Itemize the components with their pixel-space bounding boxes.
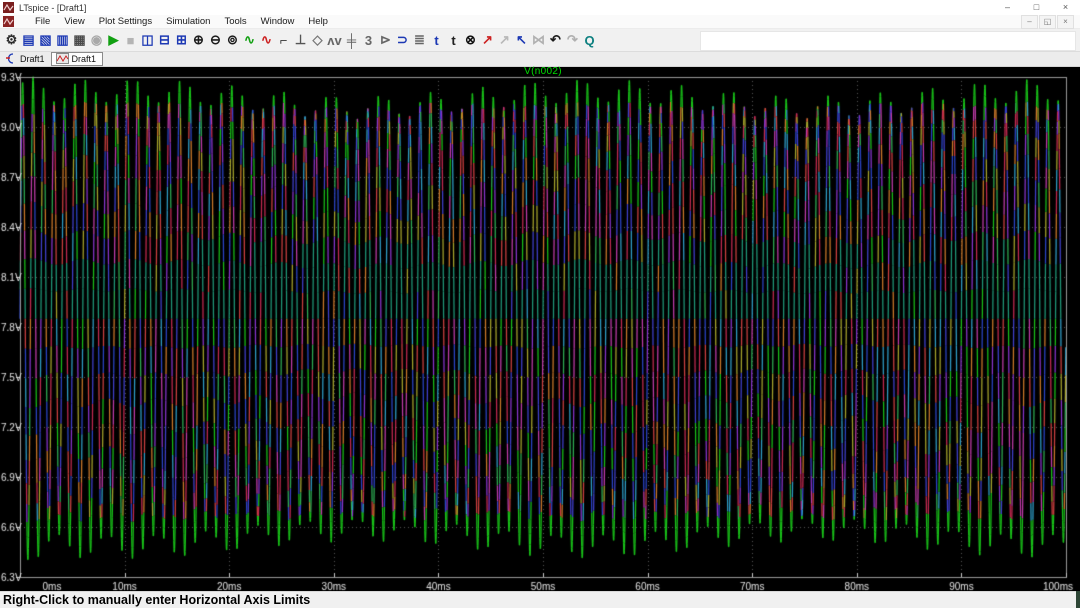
- toolbar-spice-directive-icon[interactable]: t: [445, 30, 462, 50]
- toolbar-tile-horizontal-icon[interactable]: ⊟: [156, 30, 173, 50]
- toolbar-new-schematic-icon[interactable]: ▤: [20, 30, 37, 50]
- toolbar-empty-area: [700, 31, 1076, 51]
- toolbar-zoom-in-icon[interactable]: ⊕: [190, 30, 207, 50]
- mdi-close-button[interactable]: ×: [1057, 15, 1074, 29]
- menu-item-view[interactable]: View: [57, 15, 91, 28]
- toolbar: ⚙▤▧▥▦◉▶■◫⊟⊞⊕⊖⊚∿∿⌐⊥◇ʌv╪3⊳⊃≣tt⊗↗↗↖⋈↶↷Q: [0, 29, 1080, 52]
- status-text: Right-Click to manually enter Horizontal…: [3, 593, 310, 607]
- menu-item-window[interactable]: Window: [254, 15, 302, 28]
- close-button[interactable]: ×: [1051, 0, 1080, 15]
- toolbar-cascade-windows-icon[interactable]: ⊞: [173, 30, 190, 50]
- toolbar-save-icon[interactable]: ▥: [54, 30, 71, 50]
- toolbar-autorange-icon[interactable]: ∿: [241, 30, 258, 50]
- toolbar-mirror-icon[interactable]: ⋈: [530, 30, 547, 50]
- toolbar-control-panel-icon[interactable]: ⚙: [3, 30, 20, 50]
- mdi-window-controls: – ◱ ×: [1020, 15, 1074, 29]
- toolbar-text-icon[interactable]: t: [428, 30, 445, 50]
- waveform-plot-canvas[interactable]: [0, 67, 1080, 591]
- schematic-icon: [4, 53, 17, 66]
- tab-label: Draft1: [20, 54, 45, 64]
- toolbar-print-icon[interactable]: ▦: [71, 30, 88, 50]
- trace-label[interactable]: V(n002): [20, 66, 1066, 77]
- toolbar-tile-vertical-icon[interactable]: ◫: [139, 30, 156, 50]
- mdi-restore-button[interactable]: ◱: [1039, 15, 1056, 29]
- toolbar-redo-icon[interactable]: ↷: [564, 30, 581, 50]
- toolbar-inductor-icon[interactable]: 3: [360, 30, 377, 50]
- ltspice-logo-icon: [3, 2, 14, 13]
- window-title: LTspice - [Draft1]: [19, 3, 86, 13]
- minimize-button[interactable]: –: [993, 0, 1022, 15]
- toolbar-bus-tap-icon[interactable]: ≣: [411, 30, 428, 50]
- desktop-edge-artifact: [1076, 591, 1080, 608]
- toolbar-zoom-out-icon[interactable]: ⊖: [207, 30, 224, 50]
- toolbar-halt-icon[interactable]: ■: [122, 30, 139, 50]
- tab-bar: Draft1 Draft1: [0, 52, 1080, 67]
- tab-draft1-schematic[interactable]: Draft1: [0, 52, 51, 66]
- toolbar-net-label-icon[interactable]: ◇: [309, 30, 326, 50]
- menu-item-file[interactable]: File: [28, 15, 57, 28]
- toolbar-plot-settings-icon[interactable]: ∿: [258, 30, 275, 50]
- menu-item-help[interactable]: Help: [301, 15, 335, 28]
- toolbar-search-icon[interactable]: Q: [581, 30, 598, 50]
- toolbar-open-icon[interactable]: ▧: [37, 30, 54, 50]
- toolbar-run-icon[interactable]: ▶: [105, 30, 122, 50]
- maximize-button[interactable]: □: [1022, 0, 1051, 15]
- tab-draft1-waveform[interactable]: Draft1: [51, 52, 104, 66]
- waveform-viewer: V(n002): [0, 67, 1080, 591]
- menu-item-plot-settings[interactable]: Plot Settings: [92, 15, 159, 28]
- toolbar-icons: ⚙▤▧▥▦◉▶■◫⊟⊞⊕⊖⊚∿∿⌐⊥◇ʌv╪3⊳⊃≣tt⊗↗↗↖⋈↶↷Q: [3, 30, 598, 50]
- toolbar-find-icon[interactable]: ↗: [496, 30, 513, 50]
- toolbar-undo-icon[interactable]: ↶: [547, 30, 564, 50]
- toolbar-capacitor-icon[interactable]: ╪: [343, 30, 360, 50]
- window-controls: – □ ×: [993, 0, 1080, 15]
- waveform-icon: [56, 53, 69, 66]
- title-bar: LTspice - [Draft1] – □ ×: [0, 0, 1080, 15]
- status-bar: Right-Click to manually enter Horizontal…: [0, 591, 1080, 608]
- menu-item-tools[interactable]: Tools: [217, 15, 253, 28]
- mdi-minimize-button[interactable]: –: [1021, 15, 1038, 29]
- toolbar-delete-icon[interactable]: ⊗: [462, 30, 479, 50]
- toolbar-diode-icon[interactable]: ⊳: [377, 30, 394, 50]
- toolbar-copy-icon[interactable]: ↗: [479, 30, 496, 50]
- toolbar-component-icon[interactable]: ⊃: [394, 30, 411, 50]
- toolbar-wire-icon[interactable]: ⌐: [275, 30, 292, 50]
- toolbar-resistor-icon[interactable]: ʌv: [326, 30, 343, 50]
- menu-bar: FileViewPlot SettingsSimulationToolsWind…: [0, 15, 1080, 29]
- toolbar-pause-icon[interactable]: ◉: [88, 30, 105, 50]
- menu-items: FileViewPlot SettingsSimulationToolsWind…: [28, 15, 335, 28]
- document-logo-icon: [3, 16, 14, 27]
- menu-item-simulation[interactable]: Simulation: [159, 15, 217, 28]
- toolbar-ground-icon[interactable]: ⊥: [292, 30, 309, 50]
- toolbar-zoom-full-icon[interactable]: ⊚: [224, 30, 241, 50]
- tab-label: Draft1: [72, 54, 97, 64]
- toolbar-drag-icon[interactable]: ↖: [513, 30, 530, 50]
